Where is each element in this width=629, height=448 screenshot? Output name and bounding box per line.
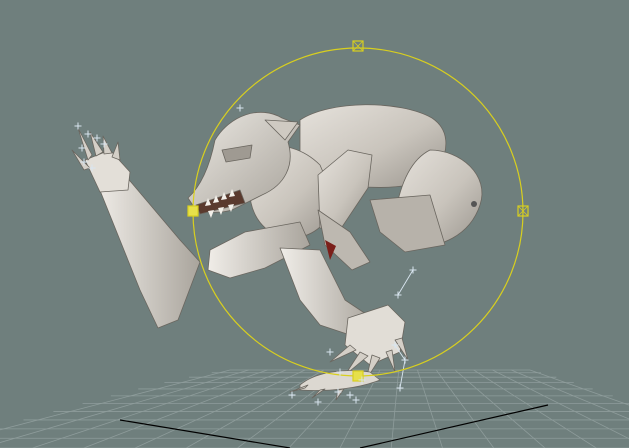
3d-viewport[interactable] (0, 0, 629, 448)
viewport-canvas[interactable] (0, 0, 629, 448)
grid-axis-line (119, 419, 291, 448)
plus-marker-icon[interactable] (288, 391, 296, 399)
plus-marker-icon[interactable] (352, 396, 360, 404)
grid-line (529, 369, 629, 406)
plus-marker-icon[interactable] (314, 398, 322, 406)
creature-eye (471, 201, 477, 207)
square-handle-icon[interactable] (187, 205, 199, 217)
plus-marker-icon[interactable] (74, 122, 82, 130)
grid-line (32, 369, 268, 448)
grid-line (417, 369, 443, 448)
square-handle-icon[interactable] (352, 40, 364, 52)
grid-line (0, 369, 249, 443)
grid-line (473, 369, 597, 448)
grid-line (390, 369, 400, 448)
plus-marker-icon[interactable] (236, 104, 244, 112)
grid-line (435, 369, 495, 448)
creature-left-forearm[interactable] (94, 174, 201, 329)
plus-marker-icon[interactable] (394, 291, 402, 299)
plus-marker-icon[interactable] (326, 348, 334, 356)
plus-marker-icon[interactable] (84, 130, 92, 138)
creature-model[interactable] (71, 104, 483, 401)
plus-marker-icon[interactable] (409, 266, 417, 274)
plus-marker-icon[interactable] (346, 391, 354, 399)
grid-line (492, 369, 629, 440)
